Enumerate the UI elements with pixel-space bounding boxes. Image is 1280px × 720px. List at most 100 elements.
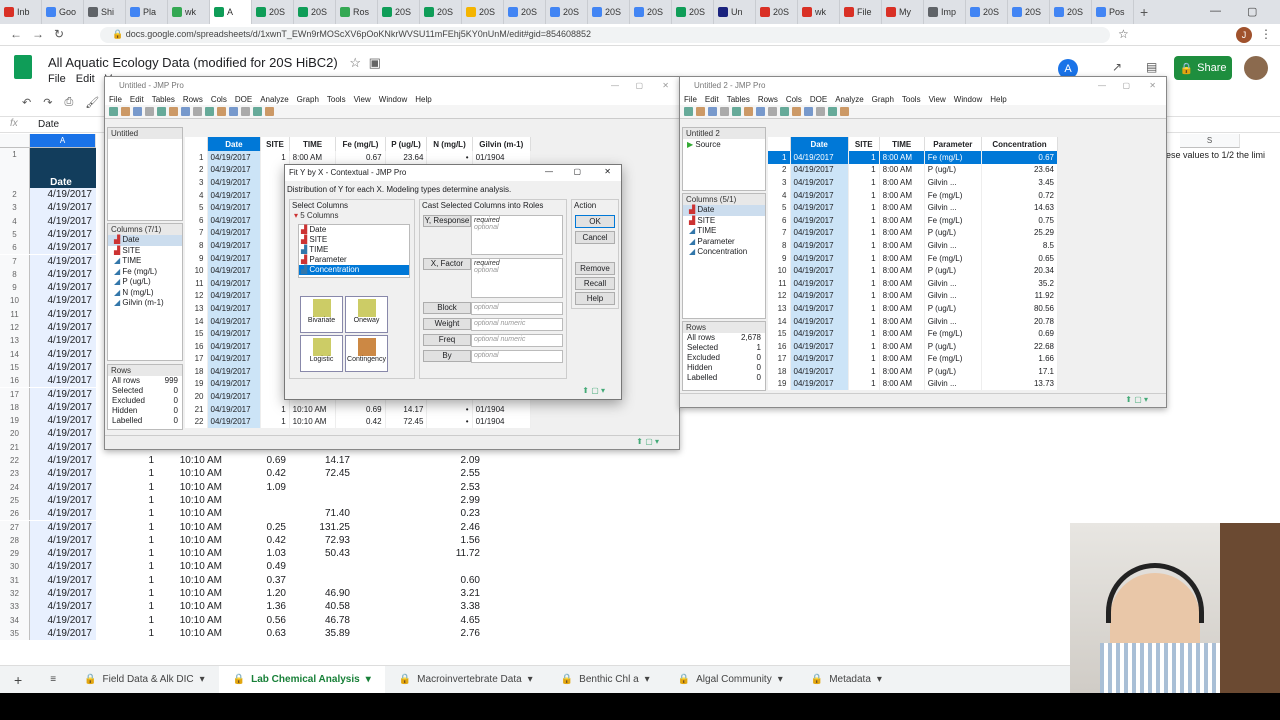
data-cell[interactable]: 8:00 AM — [879, 176, 925, 189]
data-cell[interactable]: 01/1904 — [472, 402, 532, 416]
data-cell[interactable]: Gilvin ... — [924, 377, 982, 391]
menu-item[interactable]: File — [684, 95, 697, 104]
browser-tab[interactable]: 20S — [672, 0, 714, 24]
toolbar-icon[interactable] — [169, 107, 178, 116]
row-number[interactable]: 4 — [185, 188, 208, 202]
dialog-status-icon[interactable]: ⬆ ▢ ▾ — [582, 386, 605, 395]
toolbar-icon[interactable] — [145, 107, 154, 116]
data-cell[interactable]: 1 — [848, 327, 880, 340]
cell-fe[interactable]: 0.56 — [226, 614, 290, 627]
data-cell[interactable]: 04/19/2017 — [790, 188, 849, 202]
doc-title[interactable]: All Aquatic Ecology Data (modified for 2… — [48, 55, 381, 71]
data-cell[interactable]: 8:00 AM — [879, 151, 925, 164]
column-header[interactable]: SITE — [848, 137, 880, 151]
menu-item[interactable]: Edit — [130, 95, 144, 104]
paint-format-icon[interactable]: 🖌 — [85, 96, 99, 109]
cell-date[interactable]: 4/19/2017 — [30, 387, 96, 401]
cell-date[interactable]: 4/19/2017 — [30, 267, 96, 282]
role-button[interactable]: X, Factor — [423, 258, 471, 270]
row-number[interactable]: 20 — [185, 390, 208, 403]
data-cell[interactable]: 01/1904 — [472, 415, 532, 429]
menu-item[interactable]: Help — [415, 95, 431, 104]
menu-item[interactable]: Tools — [902, 95, 921, 104]
add-sheet-icon[interactable]: + — [0, 666, 36, 694]
cell-site[interactable]: 1 — [96, 454, 158, 467]
data-cell[interactable]: 0.69 — [981, 327, 1059, 340]
cell-date[interactable]: 4/19/2017 — [30, 560, 96, 574]
cell-p[interactable] — [290, 481, 354, 494]
jmp1-maximize-icon[interactable]: ▢ — [635, 81, 643, 90]
cell-site[interactable]: 1 — [96, 614, 158, 627]
row-number[interactable]: 8 — [768, 239, 791, 252]
row-number[interactable]: 17 — [0, 387, 30, 401]
undo-icon[interactable]: ↶ — [22, 96, 31, 109]
toolbar-icon[interactable] — [157, 107, 166, 116]
menu-item[interactable]: Help — [990, 95, 1006, 104]
data-cell[interactable]: 04/19/2017 — [207, 402, 262, 416]
row-number[interactable]: 15 — [0, 360, 30, 375]
row-number[interactable]: 14 — [768, 314, 791, 328]
cell-p[interactable]: 46.90 — [290, 587, 354, 600]
table-row[interactable]: 26 4/19/2017 1 10:10 AM 71.40 0.23 — [0, 507, 1270, 521]
row-number[interactable]: 5 — [185, 201, 208, 214]
cell-p[interactable] — [290, 574, 354, 587]
share-button[interactable]: 🔒 Share — [1174, 56, 1232, 80]
url-field[interactable]: 🔒 docs.google.com/spreadsheets/d/1xwnT_E… — [100, 27, 1110, 43]
column-header[interactable]: SITE — [260, 137, 290, 151]
browser-tab[interactable]: 20S — [504, 0, 546, 24]
data-cell[interactable]: 1 — [848, 163, 880, 177]
jmp2-status-icon[interactable]: ⬆ ▢ ▾ — [1125, 395, 1148, 404]
browser-tab[interactable]: wk — [798, 0, 840, 24]
cell-time[interactable]: 10:10 AM — [158, 494, 226, 507]
column-item[interactable]: ◢ N (mg/L) — [108, 288, 182, 299]
cell-date[interactable]: 4/19/2017 — [30, 201, 96, 215]
activity-icon[interactable]: ↗ — [1112, 60, 1122, 74]
cell-date[interactable]: 4/19/2017 — [30, 427, 96, 441]
data-cell[interactable]: 11.92 — [981, 289, 1059, 303]
browser-tab[interactable]: 20S — [546, 0, 588, 24]
data-cell[interactable]: P (ug/L) — [924, 365, 982, 378]
browser-tab[interactable]: 20S — [588, 0, 630, 24]
cell-site[interactable]: 1 — [96, 627, 158, 640]
data-cell[interactable]: 8.5 — [981, 239, 1059, 252]
data-cell[interactable]: 04/19/2017 — [207, 226, 262, 240]
column-item[interactable]: ▟ Date — [108, 235, 182, 246]
toolbar-icon[interactable] — [193, 107, 202, 116]
column-item[interactable]: ▟ SITE — [108, 246, 182, 257]
data-cell[interactable]: 8:00 AM — [879, 226, 925, 240]
cell-g[interactable]: 4.65 — [418, 614, 484, 627]
dialog-minimize-icon[interactable]: — — [545, 167, 553, 176]
help-button[interactable]: Help — [575, 292, 615, 305]
data-cell[interactable]: Fe (mg/L) — [924, 251, 982, 265]
cell-site[interactable]: 1 — [96, 587, 158, 600]
cell-fe[interactable]: 1.03 — [226, 547, 290, 560]
cell-date[interactable]: 4/19/2017 — [30, 227, 96, 242]
menu-item[interactable]: View — [354, 95, 371, 104]
data-cell[interactable]: P (ug/L) — [924, 163, 982, 177]
row-number[interactable]: 11 — [185, 276, 208, 290]
jmp2-close-icon[interactable]: ✕ — [1149, 81, 1156, 90]
data-cell[interactable]: 1 — [848, 352, 880, 366]
data-cell[interactable]: 04/19/2017 — [790, 339, 849, 353]
role-button[interactable]: Weight — [423, 318, 471, 330]
data-cell[interactable]: Fe (mg/L) — [924, 213, 982, 227]
row-header-corner[interactable] — [185, 137, 208, 151]
toolbar-icon[interactable] — [253, 107, 262, 116]
data-cell[interactable]: Fe (mg/L) — [924, 151, 982, 164]
cell-date[interactable]: 4/19/2017 — [30, 307, 96, 321]
all-sheets-icon[interactable]: ≡ — [36, 666, 70, 694]
column-item[interactable]: ◢ TIME — [683, 226, 765, 237]
redo-icon[interactable]: ↷ — [43, 96, 52, 109]
row-number[interactable]: 9 — [768, 251, 791, 265]
row-number[interactable]: 6 — [185, 213, 208, 227]
data-row[interactable]: 18 04/19/2017 1 8:00 AM P (ug/L) 17.1 — [768, 365, 1059, 378]
data-cell[interactable]: 04/19/2017 — [790, 201, 849, 214]
cell-fe[interactable]: 1.36 — [226, 600, 290, 613]
column-item[interactable]: ▟ Date — [683, 205, 765, 216]
cell-date[interactable]: 4/19/2017 — [30, 573, 96, 587]
menu-item[interactable]: Tables — [152, 95, 175, 104]
cell-g[interactable]: 1.56 — [418, 534, 484, 547]
row-number[interactable]: 25 — [0, 493, 30, 508]
remove-button[interactable]: Remove — [575, 262, 615, 275]
row-number[interactable]: 7 — [185, 226, 208, 240]
